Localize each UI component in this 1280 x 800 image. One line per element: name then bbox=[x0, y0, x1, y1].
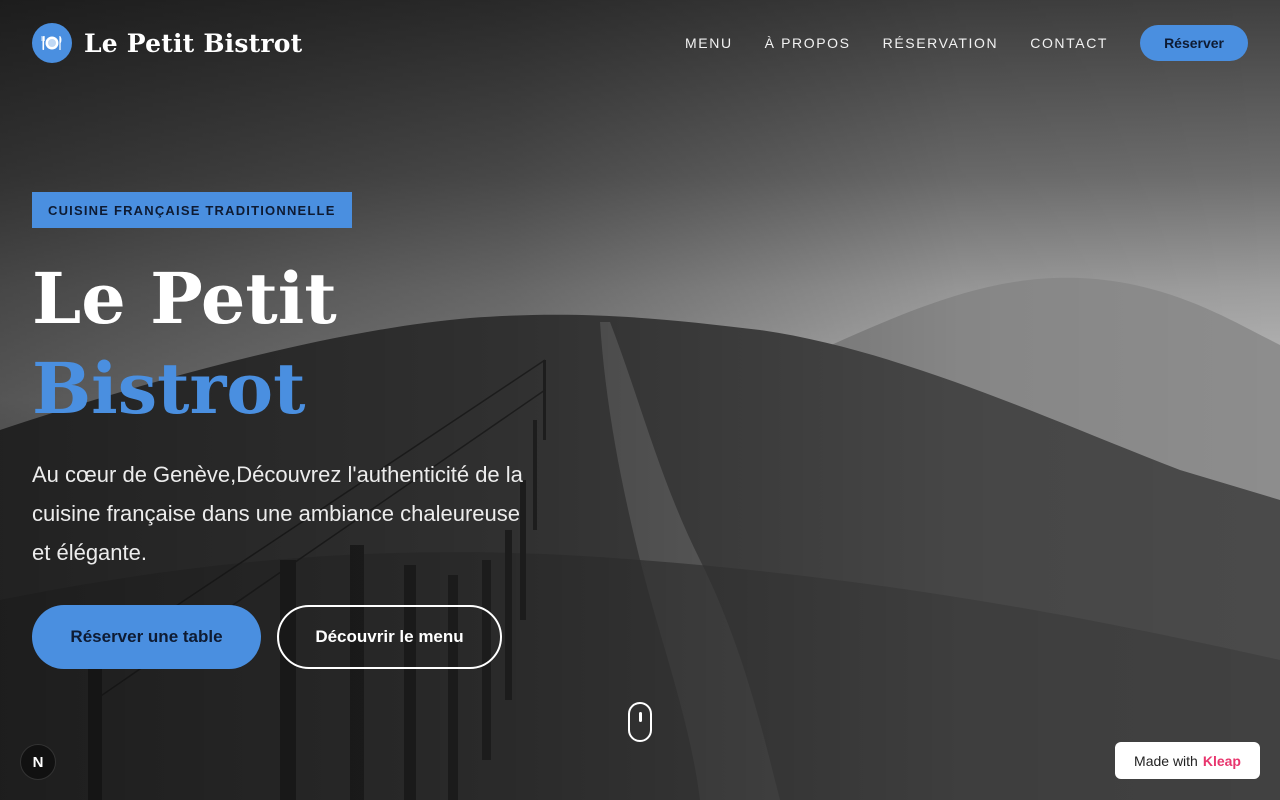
hero-title-line2: Bistrot bbox=[32, 347, 306, 430]
made-with-label: Made with bbox=[1134, 752, 1198, 769]
nav-link-about[interactable]: À PROPOS bbox=[765, 35, 851, 51]
reserve-button[interactable]: Réserver bbox=[1140, 25, 1248, 61]
plate-cutlery-icon bbox=[32, 23, 72, 63]
nav-link-reservation[interactable]: RÉSERVATION bbox=[883, 35, 999, 51]
brand[interactable]: Le Petit Bistrot bbox=[32, 23, 302, 63]
hero-description: Au cœur de Genève,Découvrez l'authentici… bbox=[32, 462, 523, 565]
brand-name: Le Petit Bistrot bbox=[84, 28, 303, 58]
nav-link-contact[interactable]: CONTACT bbox=[1030, 35, 1108, 51]
made-with-kleap-badge[interactable]: Made with Kleap bbox=[1115, 742, 1260, 779]
hero-title-line1: Le Petit bbox=[32, 257, 337, 340]
main-nav: MENU À PROPOS RÉSERVATION CONTACT Réserv… bbox=[685, 25, 1248, 61]
cuisine-badge: CUISINE FRANÇAISE TRADITIONNELLE bbox=[32, 192, 352, 228]
mouse-scroll-icon[interactable] bbox=[628, 702, 652, 742]
site-header: Le Petit Bistrot MENU À PROPOS RÉSERVATI… bbox=[0, 0, 1280, 86]
dev-tools-badge[interactable]: N bbox=[20, 744, 56, 780]
reserve-table-button[interactable]: Réserver une table bbox=[32, 605, 261, 669]
hero-title: Le Petit Bistrot bbox=[32, 254, 337, 434]
nav-link-menu[interactable]: MENU bbox=[685, 35, 733, 51]
discover-menu-button[interactable]: Découvrir le menu bbox=[277, 605, 502, 669]
kleap-brand: Kleap bbox=[1202, 752, 1241, 769]
